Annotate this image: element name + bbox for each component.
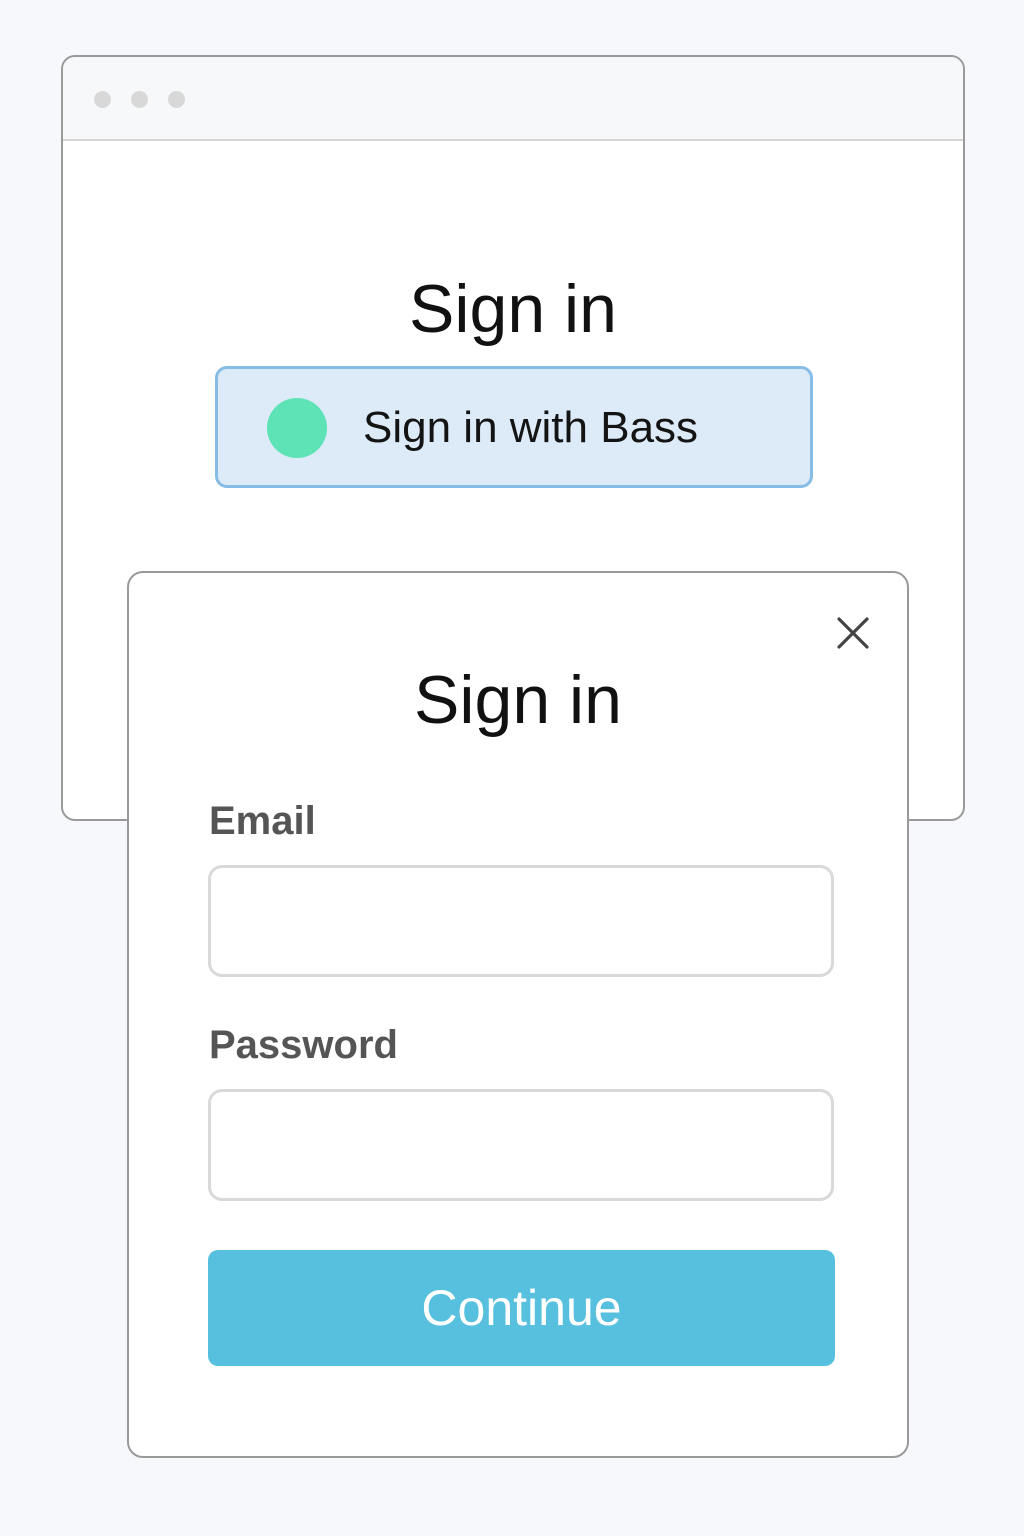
sign-in-with-bass-button[interactable]: Sign in with Bass xyxy=(215,366,813,488)
bass-logo-icon xyxy=(267,398,327,458)
dialog-title: Sign in xyxy=(414,662,622,738)
password-field[interactable] xyxy=(208,1089,834,1201)
sign-in-with-bass-label: Sign in with Bass xyxy=(363,403,699,452)
continue-button[interactable]: Continue xyxy=(208,1250,835,1366)
password-label: Password xyxy=(209,1023,398,1067)
close-button[interactable] xyxy=(833,613,873,653)
email-field[interactable] xyxy=(208,865,834,977)
window-titlebar xyxy=(63,57,963,141)
email-label: Email xyxy=(209,799,316,843)
window-control-dot[interactable] xyxy=(168,91,185,108)
sign-in-dialog: Sign in Email Password Continue xyxy=(127,571,909,1458)
window-control-dot[interactable] xyxy=(131,91,148,108)
window-control-dot[interactable] xyxy=(94,91,111,108)
page-title: Sign in xyxy=(409,271,617,347)
close-icon xyxy=(837,617,869,649)
